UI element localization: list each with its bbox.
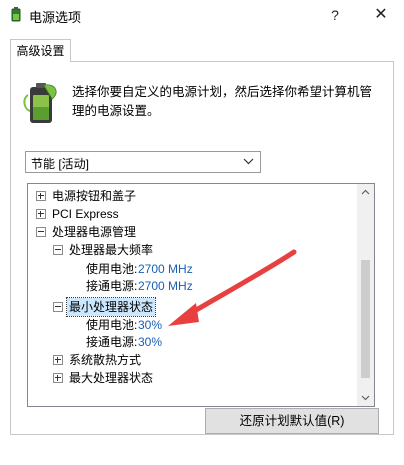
collapse-icon[interactable] [53, 245, 63, 255]
setting-label: 接通电源: [86, 279, 138, 293]
collapse-icon[interactable] [36, 227, 46, 237]
power-options-window: 电源选项 ? ✕ 高级设置 选择你要自定义的电源计划，然后选择你希望计算机管理的… [0, 0, 404, 465]
power-plan-value: 节能 [活动] [31, 157, 90, 171]
tree-item-label: 系统散热方式 [69, 353, 142, 367]
setting-label: 使用电池: [86, 318, 138, 332]
settings-tree[interactable]: 电源按钮和盖子 PCI Express 处理器电源管理 处理器最大频率 使用电池… [27, 183, 375, 407]
power-options-icon [11, 7, 21, 22]
scroll-up-icon[interactable] [357, 184, 374, 201]
tree-item-label: 处理器电源管理 [52, 225, 137, 239]
tree-item-label-selected: 最小处理器状态 [65, 297, 157, 317]
setting-value-link[interactable]: 30% [138, 333, 162, 351]
expand-icon[interactable] [53, 355, 63, 365]
tree-item-label: PCI Express [52, 207, 119, 221]
setting-label: 使用电池: [86, 262, 138, 276]
chevron-down-icon [243, 158, 254, 165]
expand-icon[interactable] [53, 373, 63, 383]
close-button[interactable]: ✕ [358, 0, 404, 30]
help-button[interactable]: ? [312, 0, 358, 30]
tree-item-label: 电源按钮和盖子 [52, 189, 137, 203]
battery-leaf-icon [23, 83, 57, 123]
window-title: 电源选项 [29, 10, 82, 25]
power-plan-dropdown[interactable]: 节能 [活动] [25, 151, 261, 173]
restore-plan-defaults-button[interactable]: 还原计划默认值(R) [205, 408, 379, 434]
setting-value-link[interactable]: 2700 MHz [138, 260, 193, 278]
tree-item-label: 处理器最大频率 [69, 243, 154, 257]
expand-icon[interactable] [36, 191, 46, 201]
tree-item-label: 最大处理器状态 [69, 371, 154, 385]
setting-value-link[interactable]: 30% [138, 316, 162, 334]
setting-value-link[interactable]: 2700 MHz [138, 277, 193, 295]
scrollbar-thumb[interactable] [361, 260, 370, 378]
setting-label: 接通电源: [86, 335, 138, 349]
expand-icon[interactable] [36, 209, 46, 219]
tab-advanced-settings[interactable]: 高级设置 [10, 39, 71, 62]
vertical-scrollbar[interactable] [357, 184, 374, 406]
title-bar: 电源选项 ? ✕ [0, 0, 404, 30]
scroll-down-icon[interactable] [357, 389, 374, 406]
description-text: 选择你要自定义的电源计划，然后选择你希望计算机管理的电源设置。 [72, 85, 373, 118]
collapse-icon[interactable] [53, 302, 63, 312]
